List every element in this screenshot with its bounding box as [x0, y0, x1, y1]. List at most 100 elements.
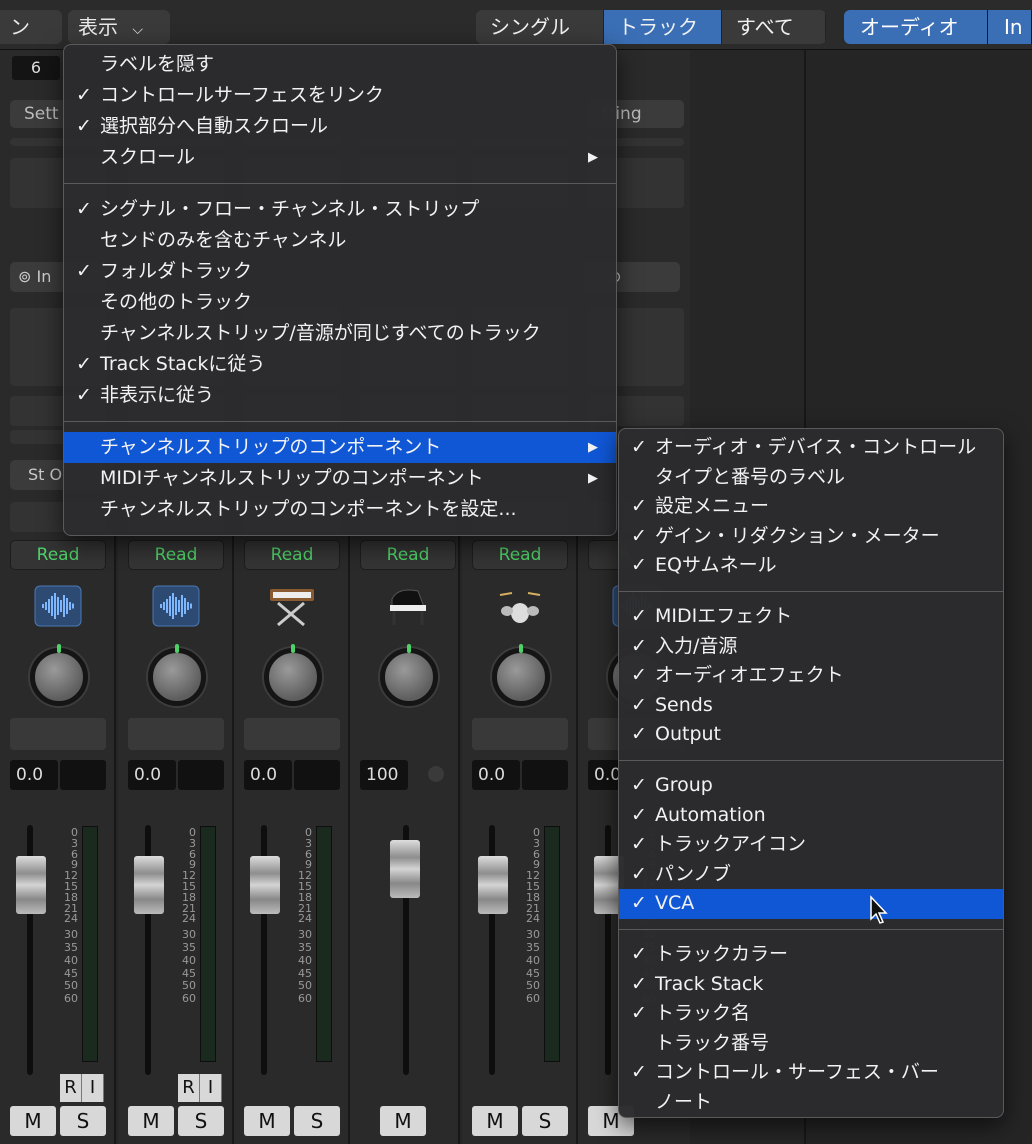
component-menu-item[interactable]: ✓ Sends — [619, 691, 1003, 721]
component-menu-item[interactable]: ✓ トラックアイコン — [619, 830, 1003, 860]
menu-item-label: トラック名 — [655, 1002, 751, 1025]
component-menu-item[interactable]: ✓ オーディオエフェクト — [619, 661, 1003, 691]
component-menu-item[interactable]: ✓ 設定メニュー — [619, 492, 1003, 522]
menu-item-label: トラック番号 — [655, 1031, 770, 1054]
volume-fader[interactable] — [478, 856, 508, 914]
pan-indicator — [407, 644, 411, 653]
solo-button[interactable]: S — [294, 1106, 340, 1136]
input-monitor-button[interactable]: I — [200, 1074, 222, 1102]
check-icon: ✓ — [631, 604, 647, 627]
view-menu-label: 表示 — [78, 15, 118, 39]
pan-knob[interactable] — [148, 644, 206, 706]
automation-mode-read[interactable]: Read — [244, 540, 340, 570]
volume-fader[interactable] — [390, 840, 420, 898]
pan-knob[interactable] — [492, 644, 550, 706]
record-enable-button[interactable]: R — [178, 1074, 200, 1102]
tab-single[interactable]: シングル — [476, 10, 604, 44]
check-icon: ✓ — [631, 634, 647, 657]
solo-button[interactable]: S — [522, 1106, 568, 1136]
menu-item[interactable]: スクロール ▶ — [64, 142, 616, 173]
component-menu-item[interactable]: ✓ トラックカラー — [619, 940, 1003, 970]
component-menu-item[interactable]: ✓ VCA — [619, 889, 1003, 919]
menu-item[interactable]: その他のトラック — [64, 287, 616, 318]
component-menu-item[interactable]: ✓ トラック名 — [619, 999, 1003, 1029]
waveform-icon[interactable] — [152, 585, 200, 627]
automation-mode-read[interactable]: Read — [472, 540, 568, 570]
record-enable-button[interactable]: R — [60, 1074, 82, 1102]
menu-item[interactable]: チャンネルストリップのコンポーネント ▶ — [64, 432, 616, 463]
component-menu-item[interactable]: ✓ Automation — [619, 801, 1003, 831]
component-menu-item[interactable]: ✓ Track Stack — [619, 970, 1003, 1000]
pan-knob[interactable] — [380, 644, 438, 706]
scale-label: 50 — [526, 979, 540, 993]
volume-fader[interactable] — [250, 856, 280, 914]
mute-button[interactable]: M — [10, 1106, 56, 1136]
check-icon: ✓ — [631, 862, 647, 885]
component-menu-item[interactable]: ✓ コントロール・サーフェス・バー — [619, 1058, 1003, 1088]
pan-knob[interactable] — [264, 644, 322, 706]
pan-knob[interactable] — [30, 644, 88, 706]
filter-audio[interactable]: オーディオ — [844, 10, 988, 44]
menu-item[interactable]: ✓ シグナル・フロー・チャンネル・ストリップ — [64, 194, 616, 225]
mute-button[interactable]: M — [128, 1106, 174, 1136]
component-menu-item[interactable]: ✓ ゲイン・リダクション・メーター — [619, 522, 1003, 552]
menu-item[interactable]: チャンネルストリップのコンポーネントを設定... — [64, 494, 616, 525]
volume-value[interactable]: 0.0 — [472, 760, 520, 790]
menu-item[interactable]: チャンネルストリップ/音源が同じすべてのトラック — [64, 318, 616, 349]
solo-button[interactable]: S — [178, 1106, 224, 1136]
menu-item[interactable]: ✓ フォルダトラック — [64, 256, 616, 287]
left-dropdown[interactable]: ン ⌵ — [0, 10, 62, 72]
volume-value[interactable]: 0.0 — [128, 760, 176, 790]
mixer-toolbar: ン ⌵ 表示 ⌵ シングル トラック すべて オーディオ In — [0, 0, 1032, 72]
menu-item[interactable]: ✓ 選択部分へ自動スクロール — [64, 111, 616, 142]
mute-solo-buttons: MS — [128, 1106, 224, 1136]
component-menu-item[interactable]: ✓ EQサムネール — [619, 551, 1003, 581]
component-menu-item[interactable]: ✓ Group — [619, 771, 1003, 801]
volume-value[interactable]: 100 — [360, 760, 408, 790]
scale-label: 45 — [182, 966, 196, 980]
scale-label: 50 — [64, 979, 78, 993]
component-menu-item[interactable]: トラック番号 — [619, 1029, 1003, 1059]
volume-fader[interactable] — [16, 856, 46, 914]
volume-fader[interactable] — [134, 856, 164, 914]
scale-label: 50 — [298, 979, 312, 993]
volume-value[interactable]: 0.0 — [244, 760, 292, 790]
volume-value[interactable]: 0.0 — [10, 760, 58, 790]
tab-all[interactable]: すべて — [722, 10, 826, 44]
menu-item[interactable]: ✓ コントロールサーフェスをリンク — [64, 80, 616, 111]
piano-icon[interactable] — [384, 585, 432, 627]
mute-button[interactable]: M — [244, 1106, 290, 1136]
tab-track[interactable]: トラック — [604, 10, 722, 44]
menu-item[interactable]: MIDIチャンネルストリップのコンポーネント ▶ — [64, 463, 616, 494]
waveform-icon[interactable] — [34, 585, 82, 627]
filter-inst[interactable]: In — [988, 10, 1032, 44]
solo-button[interactable]: S — [60, 1106, 106, 1136]
vca-slot[interactable] — [128, 718, 224, 750]
component-menu-item[interactable]: ✓ Output — [619, 720, 1003, 750]
mute-button[interactable]: M — [472, 1106, 518, 1136]
vca-slot[interactable] — [244, 718, 340, 750]
mute-button[interactable]: M — [380, 1106, 426, 1136]
synth-icon[interactable] — [268, 585, 316, 627]
component-menu-item[interactable]: ✓ MIDIエフェクト — [619, 602, 1003, 632]
view-menu-button[interactable]: 表示 ⌵ — [68, 10, 170, 44]
mute-solo-buttons: M — [380, 1106, 426, 1136]
menu-item[interactable]: ✓ Track Stackに従う — [64, 349, 616, 380]
drums-icon[interactable] — [496, 585, 544, 627]
automation-mode-read[interactable]: Read — [360, 540, 456, 570]
component-menu-item[interactable]: ✓ 入力/音源 — [619, 632, 1003, 662]
component-menu-item[interactable]: タイプと番号のラベル — [619, 463, 1003, 493]
automation-mode-read[interactable]: Read — [10, 540, 106, 570]
menu-item[interactable]: ✓ 非表示に従う — [64, 380, 616, 411]
vca-slot[interactable] — [472, 718, 568, 750]
component-menu-item[interactable]: ✓ オーディオ・デバイス・コントロール — [619, 433, 1003, 463]
view-menu: ラベルを隠す ✓ コントロールサーフェスをリンク ✓ 選択部分へ自動スクロール スクロール… — [63, 44, 617, 536]
input-monitor-button[interactable]: I — [82, 1074, 104, 1102]
vca-slot[interactable] — [10, 718, 106, 750]
menu-item[interactable]: ラベルを隠す — [64, 49, 616, 80]
automation-mode-read[interactable]: Read — [128, 540, 224, 570]
mute-solo-buttons: MS — [472, 1106, 568, 1136]
component-menu-item[interactable]: ノート — [619, 1088, 1003, 1118]
component-menu-item[interactable]: ✓ パンノブ — [619, 860, 1003, 890]
menu-item[interactable]: センドのみを含むチャンネル — [64, 225, 616, 256]
